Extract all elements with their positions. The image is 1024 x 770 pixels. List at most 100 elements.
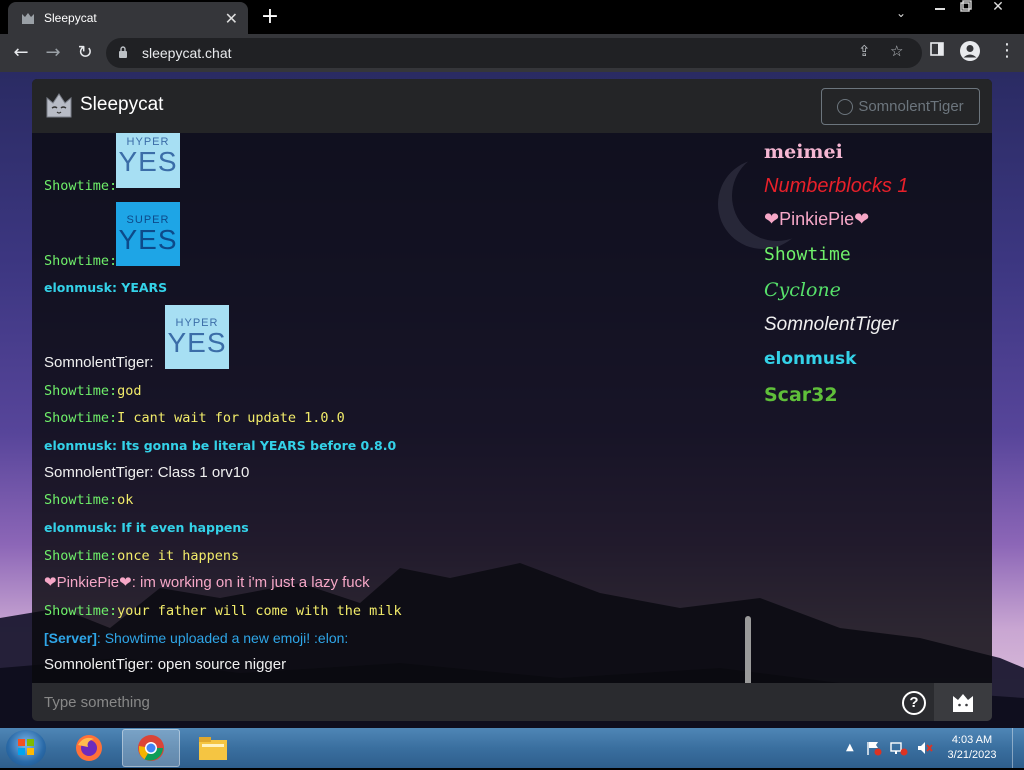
- current-user-button[interactable]: SomnolentTiger: [821, 88, 980, 125]
- message: SomnolentTiger: Class 1 orv10: [44, 464, 250, 481]
- message-text: If it even happens: [121, 520, 249, 535]
- super-yes-emoji: SUPER YES: [116, 202, 180, 266]
- user-showtime[interactable]: Showtime: [764, 244, 851, 265]
- lock-icon: [118, 45, 136, 61]
- message-text: open source nigger: [157, 656, 287, 673]
- restore-icon[interactable]: [956, 0, 976, 20]
- tab-title: Sleepycat: [44, 11, 97, 25]
- user-meimei[interactable]: meimei: [764, 141, 843, 163]
- user-pinkiepie[interactable]: ❤PinkiePie❤: [764, 209, 869, 230]
- back-arrow-icon[interactable]: ←: [8, 40, 34, 66]
- message-author[interactable]: Showtime: [44, 410, 109, 426]
- address-bar[interactable]: sleepycat.chat: [106, 38, 922, 68]
- firefox-taskbar-icon[interactable]: [60, 729, 118, 767]
- forward-arrow-icon[interactable]: →: [40, 40, 66, 66]
- current-user-name: SomnolentTiger: [858, 98, 964, 115]
- message-text: ok: [117, 492, 134, 508]
- user-circle-icon: [837, 98, 854, 115]
- message: SomnolentTiger: open source nigger: [44, 656, 287, 673]
- message: ❤PinkiePie❤: im working on it i'm just a…: [44, 574, 370, 591]
- start-button[interactable]: [6, 730, 46, 766]
- profile-avatar-icon[interactable]: [959, 40, 981, 66]
- close-window-icon[interactable]: ✕: [988, 0, 1008, 19]
- message-author[interactable]: elonmusk: [44, 520, 112, 535]
- system-clock[interactable]: 4:03 AM 3/21/2023: [944, 733, 1000, 763]
- close-tab-icon[interactable]: ✕: [225, 9, 238, 29]
- message-author[interactable]: Showtime: [44, 178, 109, 194]
- share-icon[interactable]: ⇪: [858, 42, 871, 60]
- message-author[interactable]: elonmusk: [44, 280, 112, 295]
- hyper-yes-emoji: HYPER YES: [165, 305, 229, 369]
- sleepycat-logo-icon: [44, 90, 74, 120]
- message-text: im working on it i'm just a lazy fuck: [140, 574, 370, 591]
- windows-taskbar: ▲ 4:03 AM 3/21/2023: [0, 728, 1024, 768]
- action-center-flag-icon[interactable]: [866, 740, 882, 759]
- user-elonmusk[interactable]: elonmusk: [764, 349, 856, 369]
- browser-tab[interactable]: Sleepycat ✕: [8, 2, 248, 34]
- reload-icon[interactable]: ↻: [72, 40, 98, 66]
- message: Showtime:your father will come with the …: [44, 603, 402, 619]
- url-text: sleepycat.chat: [142, 45, 232, 61]
- user-cyclone[interactable]: Cyclone: [764, 279, 841, 301]
- windows-logo-icon: [18, 739, 34, 755]
- message: Showtime:I cant wait for update 1.0.0: [44, 410, 345, 426]
- hyper-yes-emoji: HYPER YES: [116, 133, 180, 188]
- heart-icon: ❤: [44, 574, 57, 591]
- message-author: [Server]: [44, 630, 97, 646]
- message: Showtime:ok: [44, 492, 134, 508]
- tab-search-chevron-icon[interactable]: ⌄: [896, 6, 906, 20]
- message: elonmusk: YEARS: [44, 280, 168, 295]
- brand-name: Sleepycat: [80, 94, 164, 115]
- message-author[interactable]: Showtime: [44, 548, 109, 564]
- new-tab-button[interactable]: +: [258, 4, 282, 29]
- network-icon[interactable]: [890, 740, 908, 759]
- side-panel-icon[interactable]: [930, 42, 944, 60]
- message-author[interactable]: SomnolentTiger: [44, 464, 149, 481]
- cat-icon: [953, 694, 973, 712]
- page-background: Sleepycat SomnolentTiger Showtime: HYPER…: [0, 72, 1024, 728]
- minimize-icon[interactable]: [930, 0, 950, 20]
- chrome-taskbar-icon[interactable]: [122, 729, 180, 767]
- user-scar32[interactable]: Scar32: [764, 384, 838, 406]
- message-composer: ?: [32, 683, 992, 721]
- message-author[interactable]: Showtime: [44, 253, 109, 269]
- message: Showtime:: [44, 253, 118, 269]
- browser-titlebar: Sleepycat ✕ + ⌄ ✕: [0, 0, 1024, 34]
- message-text: once it happens: [117, 548, 240, 564]
- show-hidden-icons-arrow[interactable]: ▲: [846, 742, 854, 753]
- message: Showtime:once it happens: [44, 548, 240, 564]
- file-explorer-taskbar-icon[interactable]: [184, 729, 242, 767]
- cat-favicon-icon: [20, 10, 36, 26]
- user-somnolenttiger[interactable]: SomnolentTiger: [764, 314, 898, 336]
- message-author[interactable]: Showtime: [44, 492, 109, 508]
- menu-kebab-icon[interactable]: ⋮: [998, 40, 1016, 61]
- message-list[interactable]: Showtime: HYPER YES Showtime: SUPER YES el…: [32, 133, 752, 683]
- message-text: Class 1 orv10: [157, 464, 250, 481]
- message-author[interactable]: SomnolentTiger: [44, 656, 149, 673]
- show-desktop-button[interactable]: [1012, 728, 1024, 768]
- clock-date: 3/21/2023: [947, 749, 997, 761]
- help-icon[interactable]: ?: [902, 691, 926, 715]
- message: Showtime:god: [44, 383, 142, 399]
- scrollbar-thumb[interactable]: [745, 616, 751, 683]
- message-input[interactable]: [32, 683, 934, 721]
- send-cat-button[interactable]: [934, 683, 992, 721]
- browser-toolbar: ← → ↻ sleepycat.chat ⇪ ☆ ⋮: [0, 34, 1024, 72]
- volume-muted-icon[interactable]: [916, 740, 934, 759]
- user-numberblocks[interactable]: Numberblocks 1: [764, 175, 909, 198]
- bookmark-star-icon[interactable]: ☆: [890, 42, 903, 60]
- heart-icon: ❤: [764, 209, 780, 229]
- message-author[interactable]: Showtime: [44, 383, 109, 399]
- message-text: Showtime uploaded a new emoji! :elon:: [104, 630, 349, 646]
- message-author[interactable]: PinkiePie: [57, 574, 120, 591]
- message: SomnolentTiger:: [44, 354, 154, 371]
- message-text: your father will come with the milk: [117, 603, 402, 619]
- message-author[interactable]: Showtime: [44, 603, 109, 619]
- app-header: Sleepycat SomnolentTiger: [32, 79, 992, 133]
- message-author[interactable]: elonmusk: [44, 438, 112, 453]
- brand: Sleepycat: [44, 90, 163, 120]
- message-author[interactable]: SomnolentTiger: [44, 354, 149, 371]
- heart-icon: ❤: [854, 209, 870, 229]
- message: elonmusk: Its gonna be literal YEARS bef…: [44, 438, 397, 453]
- heart-icon: ❤: [119, 574, 132, 591]
